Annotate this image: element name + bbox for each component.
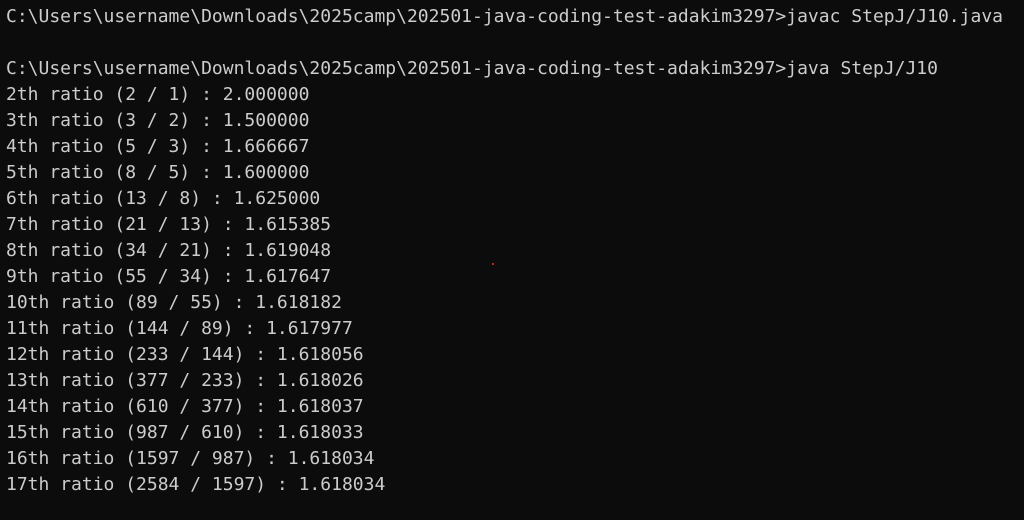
stray-red-dot <box>492 263 494 265</box>
output-line: 12th ratio (233 / 144) : 1.618056 <box>6 344 364 365</box>
output-line: 4th ratio (5 / 3) : 1.666667 <box>6 136 310 157</box>
output-line: 17th ratio (2584 / 1597) : 1.618034 <box>6 474 386 495</box>
output-line: 5th ratio (8 / 5) : 1.600000 <box>6 162 310 183</box>
output-line: 11th ratio (144 / 89) : 1.617977 <box>6 318 353 339</box>
run-command-line: C:\Users\username\Downloads\2025camp\202… <box>6 58 938 79</box>
output-line: 13th ratio (377 / 233) : 1.618026 <box>6 370 364 391</box>
output-line: 10th ratio (89 / 55) : 1.618182 <box>6 292 342 313</box>
output-line: 2th ratio (2 / 1) : 2.000000 <box>6 84 310 105</box>
output-line: 16th ratio (1597 / 987) : 1.618034 <box>6 448 375 469</box>
output-line: 8th ratio (34 / 21) : 1.619048 <box>6 240 332 261</box>
output-line: 15th ratio (987 / 610) : 1.618033 <box>6 422 364 443</box>
output-line: 3th ratio (3 / 2) : 1.500000 <box>6 110 310 131</box>
compile-command-line: C:\Users\username\Downloads\2025camp\202… <box>6 6 1003 27</box>
output-line: 7th ratio (21 / 13) : 1.615385 <box>6 214 332 235</box>
terminal-window[interactable]: C:\Users\username\Downloads\2025camp\202… <box>0 0 1024 520</box>
output-line: 14th ratio (610 / 377) : 1.618037 <box>6 396 364 417</box>
output-line: 6th ratio (13 / 8) : 1.625000 <box>6 188 321 209</box>
output-line: 9th ratio (55 / 34) : 1.617647 <box>6 266 332 287</box>
